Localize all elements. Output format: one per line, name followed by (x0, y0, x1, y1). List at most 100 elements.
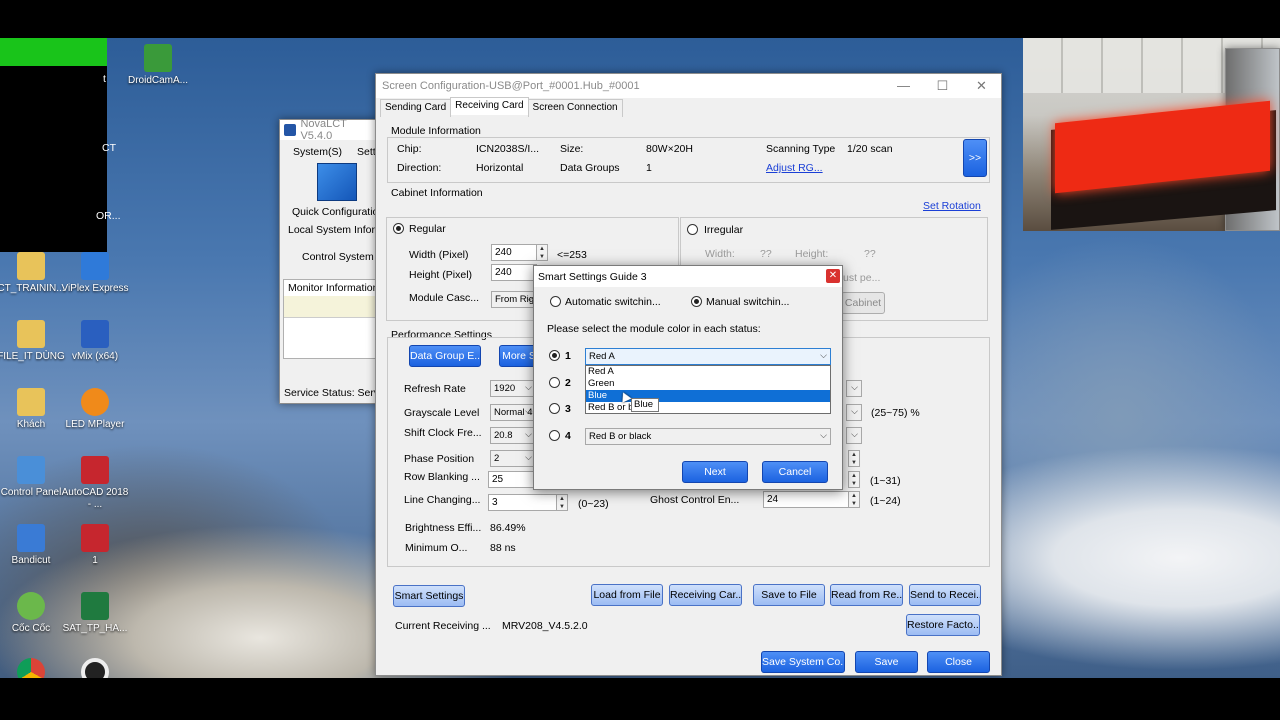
expand-module-button[interactable]: >> (963, 139, 987, 177)
minimize-button[interactable]: — (884, 78, 923, 94)
smart-settings-button[interactable]: Smart Settings (393, 585, 465, 607)
line-changing-input[interactable]: 3 (488, 494, 557, 511)
quick-config-label[interactable]: Quick Configuratio (292, 206, 378, 218)
desktop-icon-control-panel[interactable]: Control Panel (0, 456, 66, 499)
direction-label: Direction: (397, 162, 442, 174)
desktop-icon-label: 1 (92, 555, 98, 566)
desktop-icon-droidcam[interactable]: DroidCamA... (123, 44, 193, 87)
ghost-control-input[interactable]: 24 (763, 491, 849, 508)
folder-icon (17, 320, 45, 348)
desktop-icon-label: CT_TRAININ... (0, 283, 65, 294)
cascade-select[interactable]: From Righ ⌵ (491, 291, 537, 308)
tab-sending-card[interactable]: Sending Card (380, 99, 452, 117)
chevron-down-icon: ⌵ (820, 350, 827, 360)
status-1-radio[interactable] (549, 350, 560, 361)
status-1-select[interactable]: Red A ⌵ (585, 348, 831, 365)
save-to-file-button[interactable]: Save to File (753, 584, 825, 606)
desktop-icon-vmix[interactable]: vMix (x64) (60, 320, 130, 363)
manual-label[interactable]: Manual switchin... (706, 296, 789, 308)
phase-select[interactable]: 2 ⌵ (490, 450, 536, 467)
cascade-label: Module Casc... (409, 292, 480, 304)
automatic-radio[interactable] (550, 296, 561, 307)
right-stepper-1[interactable]: ▲ ▼ (848, 450, 860, 467)
desktop-icon-file-it[interactable]: FILE_IT DÙNG (0, 320, 66, 363)
desktop-icon-bandicut[interactable]: Bandicut (0, 524, 66, 567)
desktop-icon-sat[interactable]: SAT_TP_HA... (60, 592, 130, 635)
cancel-button[interactable]: Cancel (762, 461, 828, 483)
right-select-1[interactable]: ⌵ (846, 380, 862, 397)
send-to-receiving-button[interactable]: Send to Recei... (909, 584, 981, 606)
novalct-logo-icon (284, 124, 297, 136)
regular-radio[interactable] (393, 223, 404, 234)
save-button[interactable]: Save (855, 651, 918, 673)
ghost-control-stepper[interactable]: ▲ ▼ (848, 491, 860, 508)
screen-config-title: Screen Configuration-USB@Port_#0001.Hub_… (382, 80, 640, 92)
desktop-icon-label: LED MPlayer (65, 419, 125, 430)
line-changing-stepper[interactable]: ▲ ▼ (556, 494, 568, 511)
width-stepper[interactable]: ▲ ▼ (536, 244, 548, 261)
dropdown-option[interactable]: Red A (586, 366, 830, 378)
status-4-radio[interactable] (549, 430, 560, 441)
adjust-rg-link[interactable]: Adjust RG... (766, 162, 823, 174)
desktop-icon-1[interactable]: 1 (60, 524, 130, 567)
width-input[interactable]: 240 (491, 244, 537, 261)
desktop-icon-led-mplayer[interactable]: LED MPlayer (60, 388, 130, 431)
menu-system[interactable]: System(S) (293, 146, 342, 158)
irregular-radio[interactable] (687, 224, 698, 235)
status-4-label: 4 (565, 430, 571, 442)
chrome-icon (17, 658, 45, 678)
right-stepper-2[interactable]: ▲ ▼ (848, 471, 860, 488)
quick-config-icon[interactable] (317, 163, 357, 201)
chevron-down-icon: ⌵ (525, 429, 532, 439)
set-rotation-link[interactable]: Set Rotation (923, 200, 981, 212)
vmix-icon (81, 320, 109, 348)
height-input[interactable]: 240 (491, 264, 537, 281)
irregular-label[interactable]: Irregular (704, 224, 743, 236)
desktop-icon-ct-training[interactable]: CT_TRAININ... (0, 252, 66, 295)
irr-cabinet-button[interactable]: Cabinet (841, 292, 885, 314)
size-value: 80W×20H (646, 143, 693, 155)
tab-screen-connection[interactable]: Screen Connection (527, 99, 623, 117)
row-blanking-input[interactable]: 25 (488, 471, 534, 488)
desktop-icon-khach[interactable]: Khách (0, 388, 66, 431)
chevron-down-icon: ⌵ (525, 382, 532, 392)
close-button[interactable]: Close (927, 651, 990, 673)
minimum-value: 88 ns (490, 542, 516, 554)
status-3-label: 3 (565, 403, 571, 415)
next-button[interactable]: Next (682, 461, 748, 483)
desktop-icon-coccoc[interactable]: Cốc Cốc (0, 592, 66, 635)
regular-label[interactable]: Regular (409, 223, 446, 235)
data-group-button[interactable]: Data Group E... (409, 345, 481, 367)
right-select-2[interactable]: ⌵ (846, 404, 862, 421)
dialog-close-icon[interactable]: ✕ (826, 269, 840, 283)
ghost-control-label: Ghost Control En... (650, 494, 740, 506)
dropdown-option[interactable]: Red B or b (586, 402, 830, 414)
desktop-icon-viplex[interactable]: ViPlex Express (60, 252, 130, 295)
status-2-radio[interactable] (549, 377, 560, 388)
shift-clock-select[interactable]: 20.8 ⌵ (490, 427, 536, 444)
status-3-radio[interactable] (549, 403, 560, 414)
automatic-label[interactable]: Automatic switchin... (565, 296, 661, 308)
right-select-3[interactable]: ⌵ (846, 427, 862, 444)
tab-receiving-card[interactable]: Receiving Card (450, 97, 529, 115)
desktop-icon-label: Cốc Cốc (11, 623, 51, 634)
droidcam-icon (144, 44, 172, 72)
save-system-config-button[interactable]: Save System Co... (761, 651, 845, 673)
receiving-card-button[interactable]: Receiving Car... (669, 584, 742, 606)
desktop-icon-record[interactable] (60, 658, 130, 678)
load-from-file-button[interactable]: Load from File (591, 584, 663, 606)
scan-label: Scanning Type (766, 143, 836, 155)
close-window-button[interactable]: ✕ (962, 78, 1001, 94)
manual-radio[interactable] (691, 296, 702, 307)
irr-height-label: Height: (795, 248, 829, 260)
status-4-select[interactable]: Red B or black ⌵ (585, 428, 831, 445)
read-from-receiving-button[interactable]: Read from Re... (830, 584, 903, 606)
desktop-icon-autocad[interactable]: AutoCAD 2018 - ... (60, 456, 130, 511)
grayscale-select[interactable]: Normal 409⌵ (490, 404, 536, 421)
maximize-button[interactable]: ☐ (923, 78, 962, 94)
desktop-icon-chrome[interactable] (0, 658, 66, 678)
restore-factory-button[interactable]: Restore Facto... (906, 614, 980, 636)
partial-label: t (103, 73, 106, 85)
dropdown-option[interactable]: Green (586, 378, 830, 390)
refresh-select[interactable]: 1920 ⌵ (490, 380, 536, 397)
